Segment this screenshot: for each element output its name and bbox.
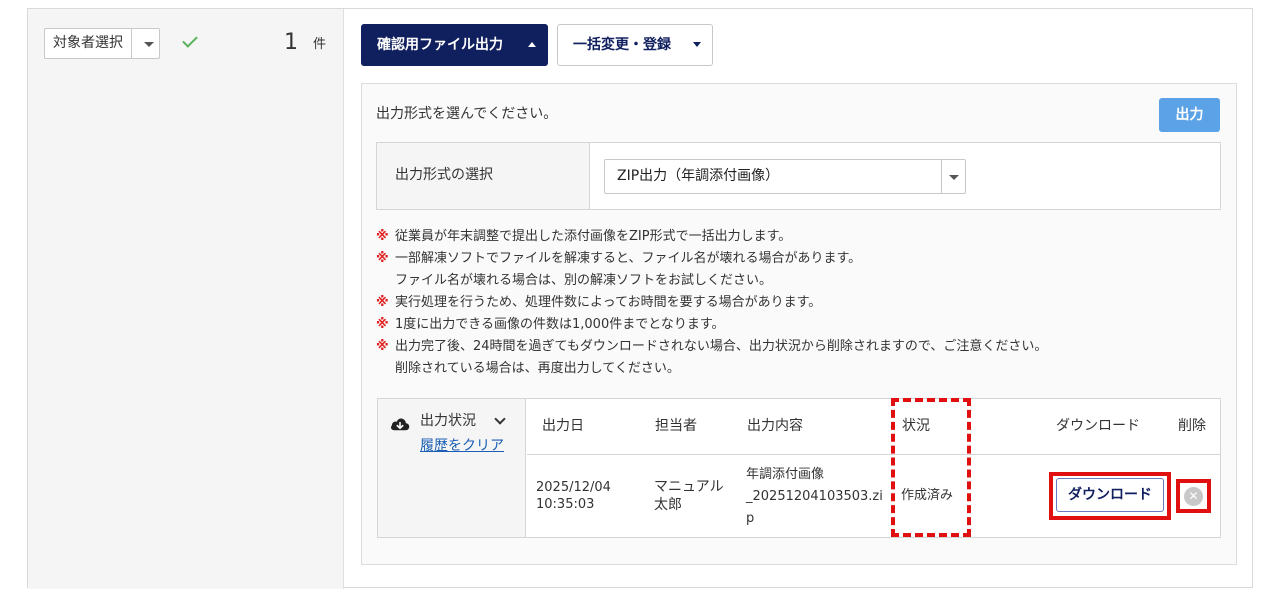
row-content-line3: p [746, 511, 755, 526]
note-mark: ※ [376, 339, 389, 354]
note-line: 従業員が年末調整で提出した添付画像をZIP形式で一括出力します。 [395, 229, 792, 244]
output-status-title[interactable]: 出力状況 [420, 411, 476, 431]
output-button[interactable]: 出力 [1159, 98, 1220, 132]
bulk-change-register-button[interactable]: 一括変更・登録 [557, 24, 713, 66]
panel-prompt: 出力形式を選んでください。 [376, 106, 558, 122]
confirm-file-output-label: 確認用ファイル出力 [377, 37, 503, 53]
note-line: ファイル名が壊れる場合は、別の解凍ソフトをお試しください。 [395, 273, 773, 288]
format-label: 出力形式の選択 [395, 167, 493, 183]
caret-down-icon [693, 42, 701, 47]
note-item: ※ 一部解凍ソフトでファイルを解凍すると、ファイル名が壊れる場合があります。 フ… [376, 248, 1236, 292]
note-mark: ※ [376, 295, 389, 310]
format-select-value: ZIP出力（年調添付画像） [617, 168, 780, 184]
header-delete: 削除 [1178, 418, 1206, 434]
row-date-line1: 2025/12/04 [536, 480, 611, 495]
note-item: ※ 1度に出力できる画像の件数は1,000件までとなります。 [376, 314, 1236, 336]
header-person: 担当者 [655, 418, 697, 434]
note-item: ※ 実行処理を行うため、処理件数によってお時間を要する場合があります。 [376, 292, 1236, 314]
note-line: 一部解凍ソフトでファイルを解凍すると、ファイル名が壊れる場合があります。 [395, 251, 862, 266]
row-content-line1: 年調添付画像 [746, 467, 825, 482]
output-status-header: 出力日 担当者 出力内容 状況 ダウンロード 削除 [527, 399, 1220, 455]
note-line: 1度に出力できる画像の件数は1,000件までとなります。 [395, 317, 725, 332]
note-mark: ※ [376, 229, 389, 244]
note-mark: ※ [376, 317, 389, 332]
highlight-download [1049, 472, 1171, 520]
output-status-toggle-cell: 出力状況 履歴をクリア [378, 399, 526, 537]
header-download: ダウンロード [1056, 418, 1140, 434]
note-line: 出力完了後、24時間を過ぎてもダウンロードされない場合、出力状況から削除されます… [395, 339, 1048, 354]
row-person-line2: 太郎 [654, 497, 682, 513]
highlight-delete [1176, 479, 1211, 513]
left-column [28, 9, 344, 589]
note-item: ※ 従業員が年末調整で提出した添付画像をZIP形式で一括出力します。 [376, 226, 1236, 248]
chevron-down-icon[interactable] [949, 175, 959, 180]
format-label-cell: 出力形式の選択 [377, 143, 590, 209]
chevron-down-icon[interactable] [494, 413, 506, 425]
note-item: ※ 出力完了後、24時間を過ぎてもダウンロードされない場合、出力状況から削除され… [376, 336, 1236, 380]
chevron-down-icon[interactable] [144, 42, 154, 47]
note-mark: ※ [376, 251, 389, 266]
notes-list: ※ 従業員が年末調整で提出した添付画像をZIP形式で一括出力します。 ※ 一部解… [376, 226, 1236, 380]
note-line: 削除されている場合は、再度出力してください。 [395, 361, 680, 376]
format-select[interactable]: ZIP出力（年調添付画像） [604, 159, 966, 194]
target-select-label: 対象者選択 [53, 35, 123, 51]
row-content-line2: _20251204103503.zi [746, 489, 883, 504]
clear-history-link[interactable]: 履歴をクリア [420, 436, 504, 456]
header-date: 出力日 [542, 418, 584, 434]
select-divider [941, 160, 942, 193]
target-select[interactable]: 対象者選択 [44, 28, 160, 59]
select-divider [131, 29, 132, 58]
confirm-file-output-button[interactable]: 確認用ファイル出力 [361, 24, 548, 66]
bulk-change-register-label: 一括変更・登録 [573, 37, 671, 53]
cloud-download-icon [391, 418, 410, 431]
highlight-status-column [891, 398, 971, 537]
note-line: 実行処理を行うため、処理件数によってお時間を要する場合があります。 [395, 295, 822, 310]
count-value: 1 [284, 30, 298, 55]
caret-up-icon [528, 42, 536, 47]
count-unit: 件 [313, 37, 327, 52]
row-date-line2: 10:35:03 [536, 497, 595, 512]
header-content: 出力内容 [747, 418, 803, 434]
row-person-line1: マニュアル [654, 479, 724, 495]
